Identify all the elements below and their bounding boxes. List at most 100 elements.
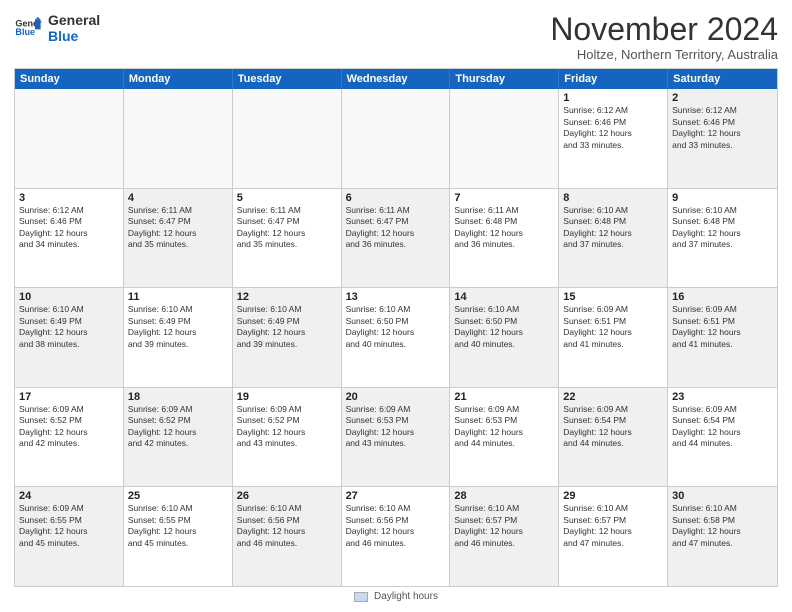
calendar-cell	[15, 89, 124, 188]
logo-area: General Blue General Blue	[14, 12, 100, 44]
legend-box	[354, 592, 368, 602]
calendar-cell: 3Sunrise: 6:12 AM Sunset: 6:46 PM Daylig…	[15, 189, 124, 288]
day-number: 18	[128, 391, 228, 403]
calendar-cell: 25Sunrise: 6:10 AM Sunset: 6:55 PM Dayli…	[124, 487, 233, 586]
calendar-week-5: 24Sunrise: 6:09 AM Sunset: 6:55 PM Dayli…	[15, 487, 777, 586]
calendar-cell: 15Sunrise: 6:09 AM Sunset: 6:51 PM Dayli…	[559, 288, 668, 387]
day-info: Sunrise: 6:10 AM Sunset: 6:55 PM Dayligh…	[128, 503, 228, 549]
day-info: Sunrise: 6:11 AM Sunset: 6:47 PM Dayligh…	[237, 205, 337, 251]
day-info: Sunrise: 6:10 AM Sunset: 6:49 PM Dayligh…	[128, 304, 228, 350]
day-info: Sunrise: 6:12 AM Sunset: 6:46 PM Dayligh…	[19, 205, 119, 251]
day-info: Sunrise: 6:10 AM Sunset: 6:57 PM Dayligh…	[454, 503, 554, 549]
day-number: 13	[346, 291, 446, 303]
calendar-header-row: SundayMondayTuesdayWednesdayThursdayFrid…	[15, 69, 777, 89]
calendar-cell: 11Sunrise: 6:10 AM Sunset: 6:49 PM Dayli…	[124, 288, 233, 387]
calendar-cell: 16Sunrise: 6:09 AM Sunset: 6:51 PM Dayli…	[668, 288, 777, 387]
day-number: 24	[19, 490, 119, 502]
day-info: Sunrise: 6:10 AM Sunset: 6:58 PM Dayligh…	[672, 503, 773, 549]
calendar-cell: 19Sunrise: 6:09 AM Sunset: 6:52 PM Dayli…	[233, 388, 342, 487]
calendar-cell: 18Sunrise: 6:09 AM Sunset: 6:52 PM Dayli…	[124, 388, 233, 487]
day-number: 23	[672, 391, 773, 403]
day-info: Sunrise: 6:09 AM Sunset: 6:54 PM Dayligh…	[672, 404, 773, 450]
calendar-cell: 17Sunrise: 6:09 AM Sunset: 6:52 PM Dayli…	[15, 388, 124, 487]
svg-text:Blue: Blue	[15, 27, 35, 37]
day-info: Sunrise: 6:09 AM Sunset: 6:54 PM Dayligh…	[563, 404, 663, 450]
calendar-cell: 24Sunrise: 6:09 AM Sunset: 6:55 PM Dayli…	[15, 487, 124, 586]
day-info: Sunrise: 6:11 AM Sunset: 6:47 PM Dayligh…	[128, 205, 228, 251]
day-info: Sunrise: 6:10 AM Sunset: 6:57 PM Dayligh…	[563, 503, 663, 549]
day-number: 27	[346, 490, 446, 502]
day-number: 21	[454, 391, 554, 403]
header-day-wednesday: Wednesday	[342, 69, 451, 89]
calendar: SundayMondayTuesdayWednesdayThursdayFrid…	[14, 68, 778, 587]
calendar-cell: 5Sunrise: 6:11 AM Sunset: 6:47 PM Daylig…	[233, 189, 342, 288]
header-day-monday: Monday	[124, 69, 233, 89]
day-number: 28	[454, 490, 554, 502]
calendar-cell: 27Sunrise: 6:10 AM Sunset: 6:56 PM Dayli…	[342, 487, 451, 586]
calendar-cell	[233, 89, 342, 188]
header-day-sunday: Sunday	[15, 69, 124, 89]
calendar-cell: 13Sunrise: 6:10 AM Sunset: 6:50 PM Dayli…	[342, 288, 451, 387]
day-info: Sunrise: 6:11 AM Sunset: 6:48 PM Dayligh…	[454, 205, 554, 251]
month-title: November 2024	[550, 12, 778, 47]
day-number: 4	[128, 192, 228, 204]
calendar-cell	[450, 89, 559, 188]
calendar-body: 1Sunrise: 6:12 AM Sunset: 6:46 PM Daylig…	[15, 89, 777, 586]
calendar-cell: 21Sunrise: 6:09 AM Sunset: 6:53 PM Dayli…	[450, 388, 559, 487]
logo-blue: Blue	[48, 28, 100, 44]
day-info: Sunrise: 6:09 AM Sunset: 6:52 PM Dayligh…	[128, 404, 228, 450]
calendar-week-4: 17Sunrise: 6:09 AM Sunset: 6:52 PM Dayli…	[15, 388, 777, 488]
day-number: 2	[672, 92, 773, 104]
day-number: 16	[672, 291, 773, 303]
calendar-cell: 12Sunrise: 6:10 AM Sunset: 6:49 PM Dayli…	[233, 288, 342, 387]
day-info: Sunrise: 6:10 AM Sunset: 6:56 PM Dayligh…	[237, 503, 337, 549]
day-number: 26	[237, 490, 337, 502]
header: General Blue General Blue November 2024 …	[14, 12, 778, 62]
calendar-cell	[124, 89, 233, 188]
calendar-cell: 28Sunrise: 6:10 AM Sunset: 6:57 PM Dayli…	[450, 487, 559, 586]
day-info: Sunrise: 6:09 AM Sunset: 6:52 PM Dayligh…	[19, 404, 119, 450]
calendar-cell: 9Sunrise: 6:10 AM Sunset: 6:48 PM Daylig…	[668, 189, 777, 288]
calendar-cell: 2Sunrise: 6:12 AM Sunset: 6:46 PM Daylig…	[668, 89, 777, 188]
day-number: 29	[563, 490, 663, 502]
day-info: Sunrise: 6:10 AM Sunset: 6:50 PM Dayligh…	[346, 304, 446, 350]
calendar-cell: 26Sunrise: 6:10 AM Sunset: 6:56 PM Dayli…	[233, 487, 342, 586]
title-area: November 2024 Holtze, Northern Territory…	[550, 12, 778, 62]
day-number: 7	[454, 192, 554, 204]
day-info: Sunrise: 6:10 AM Sunset: 6:49 PM Dayligh…	[19, 304, 119, 350]
calendar-cell: 23Sunrise: 6:09 AM Sunset: 6:54 PM Dayli…	[668, 388, 777, 487]
calendar-week-3: 10Sunrise: 6:10 AM Sunset: 6:49 PM Dayli…	[15, 288, 777, 388]
day-number: 6	[346, 192, 446, 204]
calendar-cell: 29Sunrise: 6:10 AM Sunset: 6:57 PM Dayli…	[559, 487, 668, 586]
calendar-cell: 7Sunrise: 6:11 AM Sunset: 6:48 PM Daylig…	[450, 189, 559, 288]
calendar-cell	[342, 89, 451, 188]
day-number: 25	[128, 490, 228, 502]
header-day-saturday: Saturday	[668, 69, 777, 89]
day-number: 20	[346, 391, 446, 403]
day-info: Sunrise: 6:12 AM Sunset: 6:46 PM Dayligh…	[672, 105, 773, 151]
logo-general: General	[48, 12, 100, 28]
logo-icon: General Blue	[14, 14, 42, 42]
calendar-cell: 10Sunrise: 6:10 AM Sunset: 6:49 PM Dayli…	[15, 288, 124, 387]
subtitle: Holtze, Northern Territory, Australia	[550, 47, 778, 62]
calendar-week-1: 1Sunrise: 6:12 AM Sunset: 6:46 PM Daylig…	[15, 89, 777, 189]
calendar-week-2: 3Sunrise: 6:12 AM Sunset: 6:46 PM Daylig…	[15, 189, 777, 289]
day-number: 30	[672, 490, 773, 502]
day-number: 5	[237, 192, 337, 204]
legend-label: Daylight hours	[374, 591, 438, 602]
day-info: Sunrise: 6:10 AM Sunset: 6:49 PM Dayligh…	[237, 304, 337, 350]
calendar-cell: 14Sunrise: 6:10 AM Sunset: 6:50 PM Dayli…	[450, 288, 559, 387]
day-number: 19	[237, 391, 337, 403]
calendar-cell: 1Sunrise: 6:12 AM Sunset: 6:46 PM Daylig…	[559, 89, 668, 188]
day-number: 9	[672, 192, 773, 204]
header-day-thursday: Thursday	[450, 69, 559, 89]
day-info: Sunrise: 6:10 AM Sunset: 6:48 PM Dayligh…	[563, 205, 663, 251]
calendar-cell: 20Sunrise: 6:09 AM Sunset: 6:53 PM Dayli…	[342, 388, 451, 487]
calendar-cell: 8Sunrise: 6:10 AM Sunset: 6:48 PM Daylig…	[559, 189, 668, 288]
calendar-cell: 22Sunrise: 6:09 AM Sunset: 6:54 PM Dayli…	[559, 388, 668, 487]
calendar-cell: 30Sunrise: 6:10 AM Sunset: 6:58 PM Dayli…	[668, 487, 777, 586]
day-number: 10	[19, 291, 119, 303]
calendar-cell: 6Sunrise: 6:11 AM Sunset: 6:47 PM Daylig…	[342, 189, 451, 288]
legend: Daylight hours	[14, 587, 778, 604]
day-info: Sunrise: 6:10 AM Sunset: 6:48 PM Dayligh…	[672, 205, 773, 251]
